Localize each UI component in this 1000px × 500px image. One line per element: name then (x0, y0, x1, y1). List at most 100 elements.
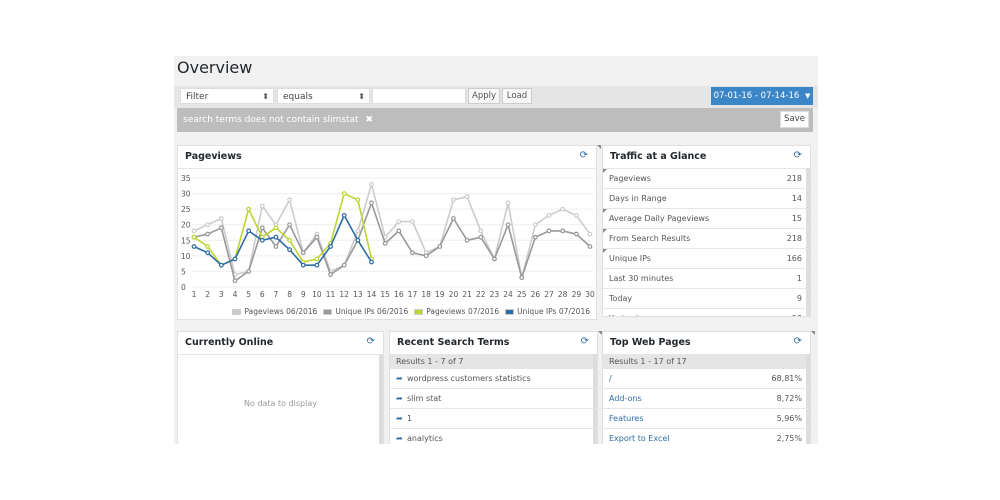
info-marker-icon[interactable] (603, 249, 607, 253)
search-term-row[interactable]: ➦ 1 (390, 409, 597, 429)
x-tick-label: 29 (572, 290, 582, 299)
refresh-icon[interactable]: ⟳ (794, 146, 802, 166)
operator-select[interactable]: equals ⬍ (277, 88, 370, 104)
data-point-pageviews-07-2016 (246, 206, 252, 212)
y-tick-label: 25 (181, 205, 191, 214)
x-tick-label: 11 (326, 290, 336, 299)
x-tick-label: 23 (490, 290, 500, 299)
traffic-row-label: Pageviews (609, 174, 651, 183)
info-marker-icon[interactable] (603, 229, 607, 233)
data-point-pageviews-07-2016 (191, 234, 197, 240)
traffic-row: Unique IPs 166 (603, 249, 810, 269)
legend-swatch (505, 309, 515, 315)
data-point-pageviews-07-2016 (205, 244, 211, 249)
info-marker-icon[interactable] (603, 169, 607, 173)
search-term-label: slim stat (407, 394, 442, 403)
x-tick-label: 30 (585, 290, 595, 299)
data-point-pageviews-06-2016 (532, 222, 538, 228)
data-point-pageviews-07-2016 (355, 197, 361, 203)
save-filter-button[interactable]: Save (780, 111, 809, 128)
x-tick-label: 6 (260, 290, 265, 299)
traffic-row-label: Average Daily Pageviews (609, 214, 710, 223)
legend-label: Unique IPs 06/2016 (335, 307, 409, 316)
info-marker-icon[interactable] (603, 209, 607, 213)
active-filter-bar: search terms does not contain slimstat ✖… (177, 108, 813, 132)
pageviews-panel: Pageviews ⟳ 0 5 10 15 20 25 30 35 1 2 3 4 5 6 7 8 9 10 11 1… (177, 145, 597, 320)
data-point-unique-ips-06-2016 (396, 228, 402, 234)
data-point-unique-ips-07-2016 (246, 228, 252, 234)
filter-value-input[interactable] (372, 88, 466, 104)
x-tick-label: 12 (339, 290, 349, 299)
data-point-pageviews-07-2016 (314, 256, 320, 262)
data-point-pageviews-06-2016 (396, 219, 402, 224)
x-tick-label: 20 (449, 290, 459, 299)
traffic-row-value: 9 (796, 294, 802, 303)
top-page-link[interactable]: / (609, 369, 612, 388)
refresh-icon[interactable]: ⟳ (580, 146, 588, 166)
data-point-unique-ips-06-2016 (369, 200, 374, 206)
data-point-unique-ips-06-2016 (287, 222, 292, 228)
refresh-icon[interactable]: ⟳ (367, 332, 375, 352)
legend-label: Unique IPs 07/2016 (517, 307, 590, 316)
top-pages-list: / 68,81% Add-ons 8,72% Features 5,96% Export t… (603, 369, 810, 444)
search-term-row[interactable]: ➦ slim stat (390, 389, 597, 409)
traffic-row: From Search Results 218 (603, 229, 810, 249)
legend-label: Pageviews 07/2016 (426, 307, 500, 316)
traffic-panel: Traffic at a Glance ⟳ Pageviews 218 Days i… (602, 145, 811, 317)
data-point-unique-ips-07-2016 (328, 244, 333, 249)
external-link-icon[interactable]: ➦ (396, 369, 403, 388)
y-tick-label: 5 (181, 267, 186, 276)
x-tick-label: 21 (462, 290, 472, 299)
x-tick-label: 7 (274, 290, 279, 299)
data-point-unique-ips-06-2016 (300, 250, 306, 256)
external-link-icon[interactable]: ➦ (396, 429, 403, 444)
caret-down-icon: ▼ (804, 92, 811, 100)
data-point-unique-ips-06-2016 (546, 228, 552, 234)
data-point-pageviews-06-2016 (587, 231, 593, 237)
data-point-unique-ips-06-2016 (478, 234, 484, 240)
data-point-pageviews-06-2016 (464, 194, 470, 200)
x-tick-label: 14 (367, 290, 377, 299)
panel-title: Traffic at a Glance (610, 151, 707, 162)
select-arrows-icon: ⬍ (358, 92, 365, 101)
data-point-pageviews-06-2016 (205, 222, 211, 228)
data-point-unique-ips-07-2016 (300, 262, 306, 268)
traffic-row-label: Today (609, 294, 633, 303)
top-page-link[interactable]: Add-ons (609, 389, 642, 408)
external-link-icon[interactable]: ➦ (396, 389, 403, 408)
top-page-percent: 8,72% (776, 394, 802, 403)
top-page-link[interactable]: Features (609, 409, 643, 428)
top-page-percent: 2,75% (776, 434, 802, 443)
apply-button[interactable]: Apply (468, 88, 500, 104)
data-point-pageviews-06-2016 (451, 197, 456, 203)
data-point-pageviews-06-2016 (218, 216, 224, 221)
x-tick-label: 10 (312, 290, 322, 299)
x-tick-label: 26 (531, 290, 541, 299)
traffic-row-label: Days in Range (609, 194, 667, 203)
data-point-pageviews-07-2016 (273, 225, 279, 231)
data-point-unique-ips-07-2016 (191, 244, 197, 249)
y-tick-label: 30 (181, 190, 191, 199)
search-term-row[interactable]: ➦ wordpress customers statistics (390, 369, 597, 389)
search-term-row[interactable]: ➦ analytics (390, 429, 597, 444)
refresh-icon[interactable]: ⟳ (581, 332, 589, 352)
top-page-row: Add-ons 8,72% (603, 389, 810, 409)
external-link-icon[interactable]: ➦ (396, 409, 403, 428)
date-range-button[interactable]: 07-01-16 - 07-14-16 ▼ (711, 87, 813, 105)
data-point-unique-ips-06-2016 (464, 237, 470, 243)
x-tick-label: 24 (503, 290, 513, 299)
load-button[interactable]: Load (502, 88, 532, 104)
refresh-icon[interactable]: ⟳ (794, 332, 802, 352)
panel-corner-marker (597, 145, 601, 149)
panel-title: Top Web Pages (610, 337, 691, 348)
top-page-link[interactable]: Export to Excel (609, 429, 670, 444)
remove-filter-icon[interactable]: ✖ (365, 115, 373, 125)
results-count: Results 1 - 17 of 17 (603, 355, 810, 369)
data-point-unique-ips-06-2016 (519, 275, 525, 281)
data-point-pageviews-06-2016 (410, 219, 415, 224)
traffic-row-label: Last 30 minutes (609, 274, 674, 283)
data-point-unique-ips-06-2016 (259, 225, 265, 231)
data-point-unique-ips-06-2016 (341, 262, 347, 268)
filter-select[interactable]: Filter ⬍ (180, 88, 274, 104)
x-tick-label: 5 (246, 290, 251, 299)
